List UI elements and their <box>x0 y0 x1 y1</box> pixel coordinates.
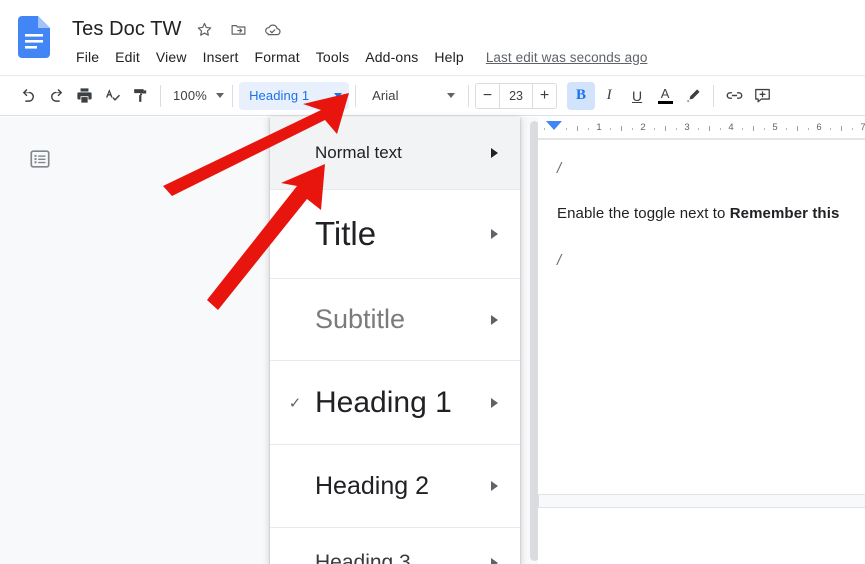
document-pane: 1 2 3 4 5 6 / Enable the toggle next to … <box>528 117 865 564</box>
doc-line-slash-2: / <box>557 252 562 269</box>
ruler-num-2: 2 <box>640 122 646 133</box>
checkmark-icon: ✓ <box>288 394 302 412</box>
bold-button[interactable]: B <box>567 81 596 110</box>
menu-item-subtitle[interactable]: Subtitle <box>270 279 520 360</box>
ruler-num-4: 4 <box>728 122 734 133</box>
insert-link-icon[interactable] <box>720 82 748 110</box>
doc-line-body-1: Enable the toggle next to Remember this <box>557 205 839 222</box>
menu-view[interactable]: View <box>148 46 195 68</box>
ruler-ticks: 1 2 3 4 5 6 <box>538 117 865 138</box>
doc-line-slash-1: / <box>557 160 562 177</box>
menu-item-heading-1[interactable]: ✓ Heading 1 <box>270 361 520 444</box>
undo-icon[interactable] <box>14 82 42 110</box>
zoom-control[interactable]: 100% <box>167 82 226 110</box>
menu-item-heading-3[interactable]: Heading 3 <box>270 528 520 564</box>
menu-file[interactable]: File <box>68 46 107 68</box>
text-color-label: A <box>660 85 670 101</box>
document-page-2[interactable]: Enable Dark Mode If you enjoy using apps… <box>538 507 865 564</box>
menu-item-heading-2[interactable]: Heading 2 <box>270 445 520 527</box>
document-outline-icon[interactable] <box>28 147 52 171</box>
spellcheck-icon[interactable] <box>98 82 126 110</box>
chevron-right-icon <box>491 558 498 564</box>
paragraph-style-dropdown[interactable]: Heading 1 <box>239 81 350 110</box>
chevron-right-icon <box>491 314 498 325</box>
add-comment-icon[interactable] <box>748 82 776 110</box>
google-docs-logo[interactable] <box>18 16 50 58</box>
menu-tools[interactable]: Tools <box>308 46 357 68</box>
document-title[interactable]: Tes Doc TW <box>68 16 186 43</box>
bold-label: B <box>576 87 587 103</box>
highlight-pen-icon[interactable] <box>679 82 707 110</box>
font-size-increase-button[interactable]: + <box>533 82 558 109</box>
ruler-num-6: 6 <box>816 122 822 133</box>
chevron-down-icon <box>334 93 343 98</box>
underline-button[interactable]: U <box>623 82 651 110</box>
toolbar-divider-3 <box>355 84 357 107</box>
menu-item-label: Title <box>315 215 377 252</box>
text-color-button[interactable]: A <box>651 82 679 110</box>
chevron-down-icon <box>216 93 225 98</box>
cloud-saved-icon[interactable] <box>258 14 288 44</box>
ruler-num-3: 3 <box>684 122 690 133</box>
menu-item-label: Heading 1 <box>315 385 452 419</box>
menu-item-title[interactable]: Title <box>270 190 520 278</box>
toolbar-divider-1 <box>160 84 161 107</box>
italic-label: I <box>606 87 612 103</box>
chevron-right-icon <box>491 481 498 491</box>
document-page-1[interactable]: / Enable the toggle next to Remember thi… <box>538 139 865 495</box>
toolbar-divider-5 <box>713 84 715 107</box>
paint-format-icon[interactable] <box>126 82 154 110</box>
menu-item-label: Heading 3 <box>315 551 411 564</box>
italic-button[interactable]: I <box>595 82 623 110</box>
chevron-right-icon <box>491 148 498 158</box>
menu-item-label: Normal text <box>315 143 402 162</box>
menu-help[interactable]: Help <box>426 46 471 68</box>
move-to-folder-icon[interactable] <box>224 14 254 44</box>
underline-label: U <box>632 87 643 104</box>
outline-pane <box>0 117 271 564</box>
menu-item-label: Heading 2 <box>315 471 429 500</box>
ruler-num-7: 7 <box>860 122 865 133</box>
print-icon[interactable] <box>70 82 98 110</box>
font-size-input[interactable]: 23 <box>499 82 534 109</box>
app-header: Tes Doc TW File Edit View Insert Format … <box>0 0 865 76</box>
paragraph-style-menu: Normal text Title Subtitle ✓ Heading 1 H… <box>270 117 520 564</box>
toolbar-divider-4 <box>468 84 470 107</box>
menu-format[interactable]: Format <box>247 46 308 68</box>
toolbar-divider-2 <box>232 84 234 107</box>
chevron-down-icon <box>447 93 456 98</box>
zoom-value: 100% <box>173 88 208 103</box>
paragraph-style-value: Heading 1 <box>249 88 310 103</box>
last-edit-status[interactable]: Last edit was seconds ago <box>486 50 648 65</box>
font-size-decrease-button[interactable]: − <box>475 82 500 109</box>
menu-edit[interactable]: Edit <box>107 46 148 68</box>
document-ruler[interactable]: 1 2 3 4 5 6 <box>538 117 865 139</box>
font-size-stepper: − 23 + <box>475 82 558 109</box>
ruler-num-1: 1 <box>596 122 602 133</box>
menu-item-normal-text[interactable]: Normal text <box>270 117 520 189</box>
star-icon[interactable] <box>190 14 220 44</box>
menu-add-ons[interactable]: Add-ons <box>357 46 426 68</box>
text-color-swatch <box>657 100 673 104</box>
formatting-toolbar: 100% Heading 1 Arial − 23 + B I U A <box>0 76 865 116</box>
redo-icon[interactable] <box>42 82 70 110</box>
chevron-right-icon <box>491 229 498 239</box>
doc-text-bold: Remember this <box>729 205 840 222</box>
font-family-dropdown[interactable]: Arial <box>362 82 462 110</box>
menu-insert[interactable]: Insert <box>195 46 247 68</box>
google-docs-window: Tes Doc TW File Edit View Insert Format … <box>0 0 865 564</box>
doc-text-plain: Enable the toggle next to <box>557 205 730 222</box>
menu-bar: File Edit View Insert Format Tools Add-o… <box>68 46 647 68</box>
ruler-num-5: 5 <box>772 122 778 133</box>
title-row: Tes Doc TW <box>68 14 288 44</box>
menu-item-label: Subtitle <box>315 304 406 334</box>
font-family-value: Arial <box>372 88 399 103</box>
chevron-right-icon <box>491 397 498 408</box>
